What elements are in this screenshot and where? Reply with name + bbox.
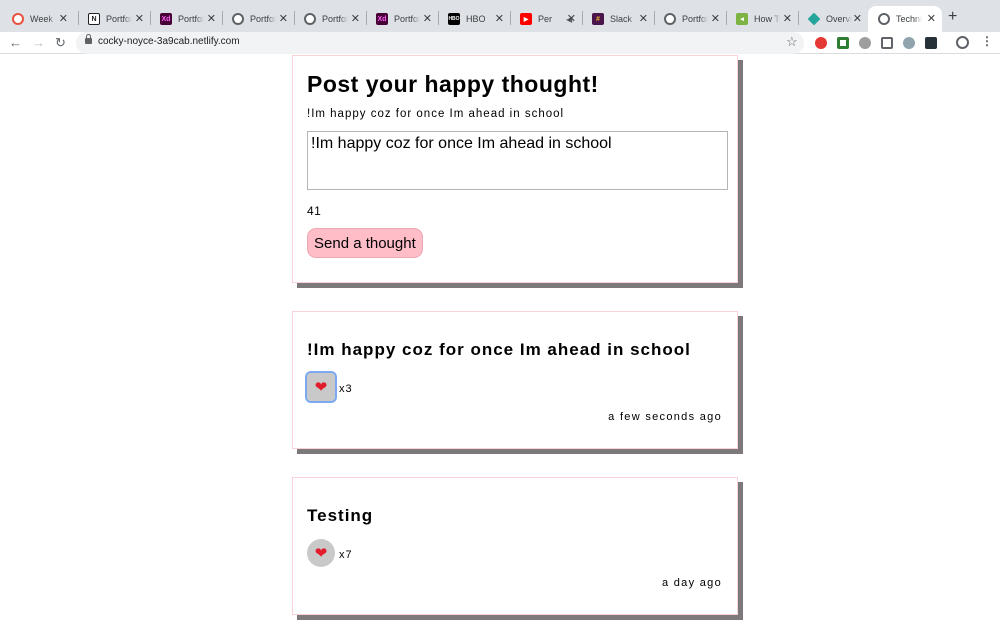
back-arrow-icon[interactable]: ← [9,34,22,52]
tab-portfolio-xd[interactable]: Xd Portfolio ✕ [150,6,222,32]
tab-how-to[interactable]: ◂ How To ✕ [726,6,798,32]
tab-portfolio-globe-3[interactable]: Portfolio ✕ [654,6,726,32]
thought-form-card: Post your happy thought! !Im happy coz f… [292,55,738,283]
close-tab-icon[interactable]: ✕ [927,12,936,26]
close-tab-icon[interactable]: ✕ [639,12,648,26]
heart-icon: ❤ [314,544,328,562]
globe-icon [232,13,244,25]
extension-icon-3[interactable] [859,37,871,49]
character-count: 41 [307,204,322,218]
menu-kebab-icon[interactable]: ⋮ [981,34,993,48]
hbo-icon: HBO [448,13,460,25]
close-tab-icon[interactable]: ✕ [207,12,216,26]
close-tab-icon[interactable]: ✕ [279,12,288,26]
bookmark-star-icon[interactable]: ☆ [786,34,798,50]
form-title: Post your happy thought! [307,71,599,97]
tab-youtube[interactable]: ▶ Per ◀ ✕ [510,6,582,32]
close-tab-icon[interactable]: ✕ [423,12,432,26]
address-bar[interactable]: cocky-noyce-3a9cab.netlify.com [76,32,804,54]
like-count: x7 [339,549,353,561]
new-tab-icon[interactable]: + [948,8,957,26]
thought-card: !Im happy coz for once Im ahead in schoo… [292,311,738,449]
tab-portfolio-globe[interactable]: Portfolio ✕ [222,6,294,32]
close-tab-icon[interactable]: ✕ [711,12,720,26]
close-tab-icon[interactable]: ✕ [783,12,792,26]
browser-tab-strip: Week 8 ✕ N Portfolio ✕ Xd Portfolio ✕ Po… [0,0,1000,32]
send-thought-button[interactable]: Send a thought [307,228,423,258]
thought-message: Testing [307,506,374,525]
tab-overview[interactable]: Overview ✕ [798,6,868,32]
tab-week[interactable]: Week 8 ✕ [2,6,74,32]
tab-portfolio-xd-2[interactable]: Xd Portfolio ✕ [366,6,438,32]
browser-toolbar: ← → ↻ cocky-noyce-3a9cab.netlify.com ☆ ⋮ [0,32,1000,54]
thought-timestamp: a few seconds ago [608,411,722,423]
extension-icon-5[interactable] [903,37,915,49]
close-tab-icon[interactable]: ✕ [59,12,68,26]
tab-portfolio-globe-2[interactable]: Portfolio ✕ [294,6,366,32]
tab-slack[interactable]: # Slack ✕ [582,6,654,32]
close-tab-icon[interactable]: ✕ [135,12,144,26]
extension-icon-1[interactable] [815,37,827,49]
like-count: x3 [339,383,353,395]
xd-icon: Xd [160,13,172,25]
globe-icon [304,13,316,25]
thought-message: !Im happy coz for once Im ahead in schoo… [307,340,691,359]
diamond-icon [807,12,821,26]
tab-portfolio-notion[interactable]: N Portfolio ✕ [78,6,150,32]
close-tab-icon[interactable]: ✕ [495,12,504,26]
globe-icon [878,13,890,25]
like-button[interactable]: ❤ [305,371,337,403]
xd-icon: Xd [376,13,388,25]
thought-card: Testing ❤ x7 a day ago [292,477,738,615]
like-button[interactable]: ❤ [307,539,335,567]
thought-timestamp: a day ago [661,577,722,589]
reload-icon[interactable]: ↻ [55,34,66,52]
lock-icon [85,34,92,44]
extension-icon-2[interactable] [837,37,849,49]
form-label: !Im happy coz for once Im ahead in schoo… [307,108,565,120]
close-tab-icon[interactable]: ✕ [853,12,862,26]
extension-icon-6[interactable] [925,37,937,49]
slack-icon: # [592,13,604,25]
profile-avatar-icon[interactable] [956,36,969,49]
extension-icon-4[interactable] [881,37,893,49]
url-text: cocky-noyce-3a9cab.netlify.com [98,36,240,47]
youtube-icon: ▶ [520,13,532,25]
heart-icon: ❤ [314,378,328,396]
forward-arrow-icon[interactable]: → [32,34,45,52]
thought-input[interactable]: !Im happy coz for once Im ahead in schoo… [307,131,728,190]
globe-icon [664,13,676,25]
howto-icon: ◂ [736,13,748,25]
close-tab-icon[interactable]: ✕ [351,12,360,26]
close-tab-icon[interactable]: ✕ [567,12,576,26]
tab-technig-active[interactable]: Technig ✕ [868,6,942,32]
tab-hbo[interactable]: HBO HBO ✕ [438,6,510,32]
target-icon [12,13,24,25]
notion-icon: N [88,13,100,25]
